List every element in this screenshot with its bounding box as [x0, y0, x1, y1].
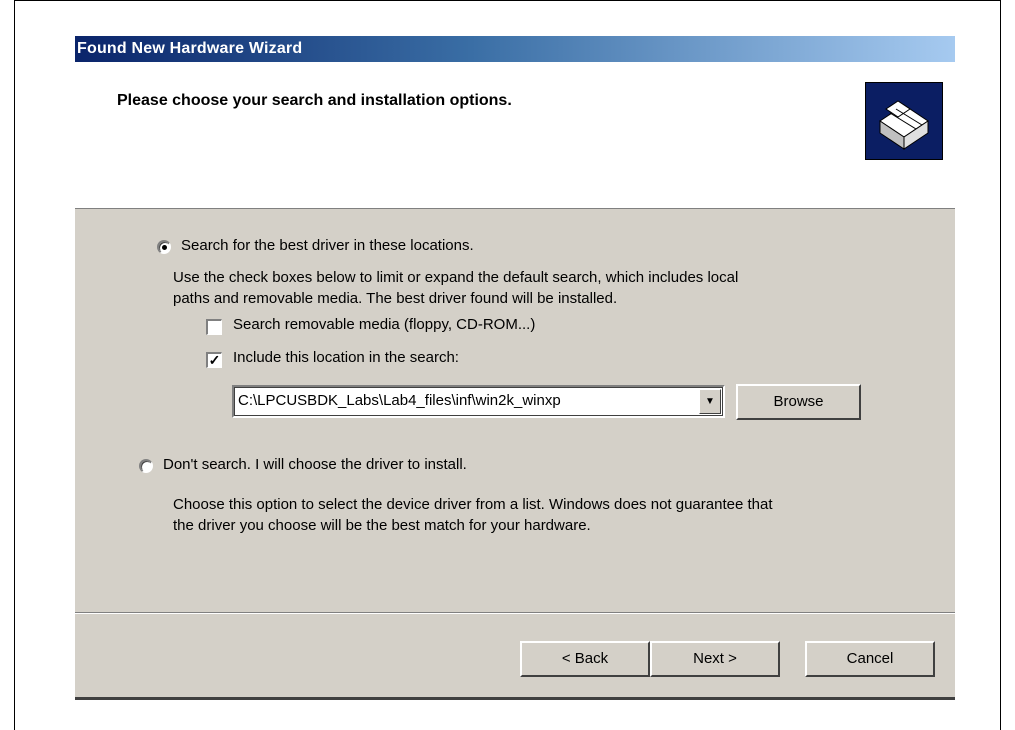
footer-separator	[75, 612, 955, 614]
cancel-button[interactable]: Cancel	[805, 641, 935, 677]
search-best-driver-label[interactable]: Search for the best driver in these loca…	[181, 237, 474, 254]
page-title: Please choose your search and installati…	[117, 92, 512, 109]
location-combobox[interactable]: C:\LPCUSBDK_Labs\Lab4_files\inf\win2k_wi…	[232, 385, 725, 418]
location-input[interactable]: C:\LPCUSBDK_Labs\Lab4_files\inf\win2k_wi…	[238, 392, 561, 409]
wizard-window: Found New Hardware Wizard Please choose …	[75, 36, 955, 700]
back-button[interactable]: < Back	[520, 641, 650, 677]
dont-search-label[interactable]: Don't search. I will choose the driver t…	[163, 456, 467, 473]
search-description-line2: paths and removable media. The best driv…	[173, 290, 618, 307]
search-best-driver-radio[interactable]	[157, 240, 171, 254]
hardware-box-icon	[865, 82, 943, 160]
removable-media-label[interactable]: Search removable media (floppy, CD-ROM..…	[233, 316, 535, 333]
removable-media-checkbox[interactable]	[206, 319, 222, 335]
window-title: Found New Hardware Wizard	[75, 36, 955, 62]
include-location-checkbox[interactable]: ✓	[206, 352, 222, 368]
chevron-down-icon[interactable]: ▼	[699, 389, 721, 414]
wizard-header: Please choose your search and installati…	[75, 62, 955, 209]
search-description-line1: Use the check boxes below to limit or ex…	[173, 269, 739, 286]
checkmark-icon: ✓	[208, 352, 221, 368]
dont-search-description-line1: Choose this option to select the device …	[173, 496, 773, 513]
include-location-label[interactable]: Include this location in the search:	[233, 349, 459, 366]
browse-button[interactable]: Browse	[736, 384, 861, 420]
next-button[interactable]: Next >	[650, 641, 780, 677]
dont-search-radio[interactable]	[139, 459, 153, 473]
dont-search-description-line2: the driver you choose will be the best m…	[173, 517, 591, 534]
